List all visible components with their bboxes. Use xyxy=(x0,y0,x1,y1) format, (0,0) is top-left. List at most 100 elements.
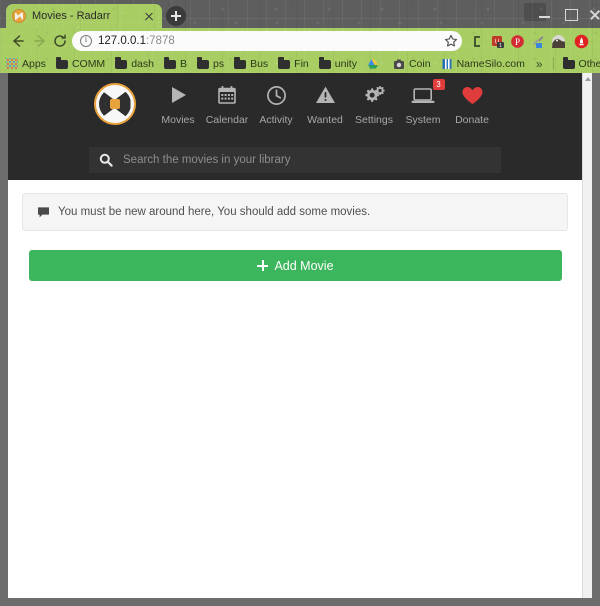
bookmark-label: ps xyxy=(212,57,225,70)
search-input[interactable]: Search the movies in your library xyxy=(89,147,501,173)
info-alert-text: You must be new around here, You should … xyxy=(58,206,371,218)
back-button[interactable] xyxy=(10,33,26,49)
play-icon xyxy=(154,81,203,109)
nav-item-donate[interactable]: Donate xyxy=(448,81,497,126)
nav-item-wanted[interactable]: Wanted xyxy=(301,81,350,126)
warning-triangle-icon xyxy=(301,81,350,109)
avatar-extension-icon[interactable] xyxy=(551,34,566,49)
radarr-header: Movies Calendar Activity Wanted Settings… xyxy=(8,73,582,180)
tab-title: Movies - Radarr xyxy=(32,10,111,22)
red-circle-extension-icon[interactable] xyxy=(574,34,589,49)
namesilo-icon xyxy=(441,58,453,70)
bookmark-google-drive[interactable] xyxy=(363,55,387,72)
folder-icon xyxy=(163,57,176,69)
bookmark-label: Apps xyxy=(22,57,46,70)
gears-icon xyxy=(350,81,399,109)
red-badge-extension-icon[interactable]: U 1 xyxy=(490,34,505,49)
window-maximize-button[interactable] xyxy=(562,6,580,22)
heart-icon xyxy=(448,81,497,109)
bookmark-label: B xyxy=(179,57,187,70)
folder-icon xyxy=(278,57,291,69)
bookmark-star-icon[interactable] xyxy=(444,34,458,48)
folder-icon xyxy=(55,57,68,69)
bookmarks-bar: Apps COMM dash B ps Bus Fin unity Coin N… xyxy=(0,54,600,73)
page-viewport: Movies Calendar Activity Wanted Settings… xyxy=(8,73,592,598)
bookmark-bus[interactable]: Bus xyxy=(230,55,272,72)
svg-text:1: 1 xyxy=(499,43,502,49)
bracket-extension-icon[interactable] xyxy=(470,34,485,49)
scrollbar-up-arrow-icon[interactable] xyxy=(583,73,592,83)
folder-icon xyxy=(234,57,247,69)
url-text: 127.0.0.1:7878 xyxy=(98,35,175,47)
pinterest-icon[interactable]: P xyxy=(510,34,525,49)
window-border-left xyxy=(0,73,8,606)
bookmark-fin[interactable]: Fin xyxy=(274,55,313,72)
tab-close-icon[interactable] xyxy=(142,9,156,23)
nav-label: Wanted xyxy=(307,114,343,126)
coin-site-icon xyxy=(393,58,405,70)
bookmark-label: dash xyxy=(131,57,154,70)
bookmark-b[interactable]: B xyxy=(160,55,191,72)
bookmark-label: Other bookmarks xyxy=(578,57,600,70)
folder-icon xyxy=(318,57,331,69)
nav-item-calendar[interactable]: Calendar xyxy=(203,81,252,126)
new-tab-button[interactable] xyxy=(166,6,186,26)
window-border-bottom xyxy=(0,598,600,606)
add-movie-button[interactable]: Add Movie xyxy=(29,250,562,281)
window-minimize-button[interactable] xyxy=(536,6,554,22)
add-movie-label: Add Movie xyxy=(274,258,334,273)
search-icon xyxy=(99,153,113,167)
bookmark-comm[interactable]: COMM xyxy=(52,55,109,72)
bookmark-dash[interactable]: dash xyxy=(111,55,158,72)
nav-label: Movies xyxy=(161,114,195,126)
browser-titlebar: Movies - Radarr xyxy=(0,0,600,28)
system-badge: 3 xyxy=(432,79,445,90)
folder-icon xyxy=(115,57,128,69)
svg-text:P: P xyxy=(515,37,520,47)
address-bar[interactable]: 127.0.0.1:7878 xyxy=(72,31,462,51)
nav-label: System xyxy=(405,114,441,126)
browser-tab[interactable]: Movies - Radarr xyxy=(6,4,162,28)
bookmarks-overflow-button[interactable]: » xyxy=(529,57,550,71)
bookmark-unity[interactable]: unity xyxy=(315,55,361,72)
bookmark-apps[interactable]: Apps xyxy=(2,55,50,72)
page-info-icon[interactable] xyxy=(80,34,92,47)
browser-toolbar: 127.0.0.1:7878 U 1 P xyxy=(0,28,600,54)
search-placeholder: Search the movies in your library xyxy=(123,154,291,166)
nav-label: Donate xyxy=(455,114,489,126)
eyedropper-extension-icon[interactable] xyxy=(530,34,545,49)
main-navigation: Movies Calendar Activity Wanted Settings… xyxy=(8,79,582,139)
bookmark-label: NameSilo.com xyxy=(456,57,525,70)
reload-button[interactable] xyxy=(52,33,68,49)
radarr-favicon-icon xyxy=(12,9,26,23)
browser-window: Movies - Radarr i 127.0.0.1:7878 U 1 P A… xyxy=(0,0,600,606)
plus-icon xyxy=(257,260,269,271)
bookmark-label: Fin xyxy=(294,57,309,70)
window-close-button[interactable] xyxy=(586,6,600,22)
info-alert: You must be new around here, You should … xyxy=(22,193,568,231)
bookmark-label: Coin xyxy=(408,57,431,70)
page-scrollbar[interactable] xyxy=(582,73,592,598)
comment-bubble-icon xyxy=(37,206,50,219)
radarr-logo[interactable] xyxy=(93,83,136,125)
bookmark-label: unity xyxy=(334,57,357,70)
folder-icon xyxy=(196,57,209,69)
bookmark-coin[interactable]: Coin xyxy=(389,55,435,72)
nav-item-system[interactable]: 3 System xyxy=(399,79,448,126)
nav-item-settings[interactable]: Settings xyxy=(350,81,399,126)
nav-label: Calendar xyxy=(205,114,249,126)
nav-item-activity[interactable]: Activity xyxy=(252,81,301,126)
forward-button[interactable] xyxy=(32,33,48,49)
window-border-right xyxy=(592,73,600,606)
google-drive-icon xyxy=(367,58,379,70)
bookmark-ps[interactable]: ps xyxy=(193,55,228,72)
nav-item-movies[interactable]: Movies xyxy=(154,81,203,126)
apps-grid-icon xyxy=(6,58,18,70)
clock-icon xyxy=(252,81,301,109)
page-content: You must be new around here, You should … xyxy=(8,180,582,598)
bookmark-namesilo[interactable]: NameSilo.com xyxy=(437,55,529,72)
bookmark-other-bookmarks[interactable]: Other bookmarks xyxy=(559,55,600,72)
folder-icon xyxy=(562,57,575,69)
nav-label: Activity xyxy=(259,114,293,126)
bookmark-label: COMM xyxy=(71,57,106,70)
